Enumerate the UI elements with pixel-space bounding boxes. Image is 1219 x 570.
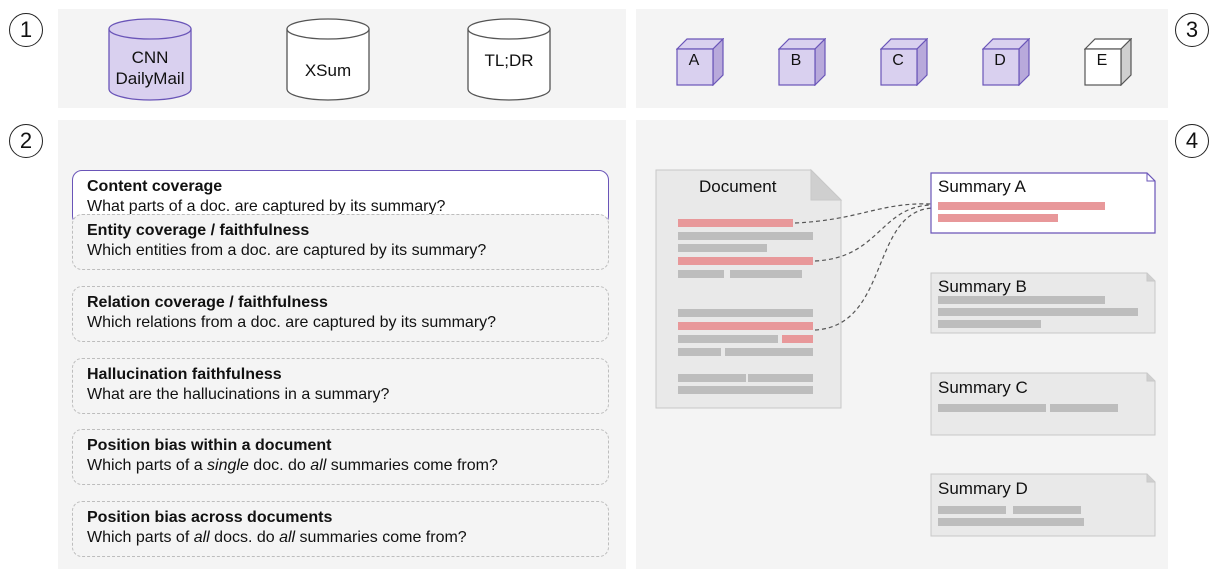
summary-line xyxy=(938,506,1006,514)
doc-line xyxy=(725,348,813,356)
doc-line-highlight xyxy=(678,322,813,330)
doc-line xyxy=(748,374,813,382)
summary-title-c: Summary C xyxy=(938,378,1028,397)
summary-title-d: Summary D xyxy=(938,479,1028,498)
doc-line xyxy=(678,386,813,394)
summary-line xyxy=(938,296,1105,304)
doc-line xyxy=(730,270,802,278)
coverage-visualization xyxy=(655,168,1156,537)
doc-line-highlight xyxy=(782,335,813,343)
doc-line xyxy=(678,335,778,343)
summary-line xyxy=(938,320,1041,328)
doc-line xyxy=(678,244,767,252)
doc-line xyxy=(678,232,813,240)
doc-line-highlight xyxy=(678,257,813,265)
doc-line xyxy=(678,348,721,356)
summary-line xyxy=(938,404,1046,412)
doc-line xyxy=(678,374,746,382)
summary-line xyxy=(938,308,1138,316)
summary-title-a: Summary A xyxy=(938,177,1026,196)
summary-line xyxy=(1013,506,1081,514)
summary-title-b: Summary B xyxy=(938,277,1027,296)
summary-line xyxy=(1050,404,1118,412)
doc-line xyxy=(678,270,724,278)
doc-line xyxy=(678,309,813,317)
document-title: Document xyxy=(699,177,777,196)
document-page xyxy=(655,168,843,409)
summary-line xyxy=(938,518,1084,526)
summary-line-highlight xyxy=(938,214,1058,222)
doc-line-highlight xyxy=(678,219,793,227)
summary-line-highlight xyxy=(938,202,1105,210)
